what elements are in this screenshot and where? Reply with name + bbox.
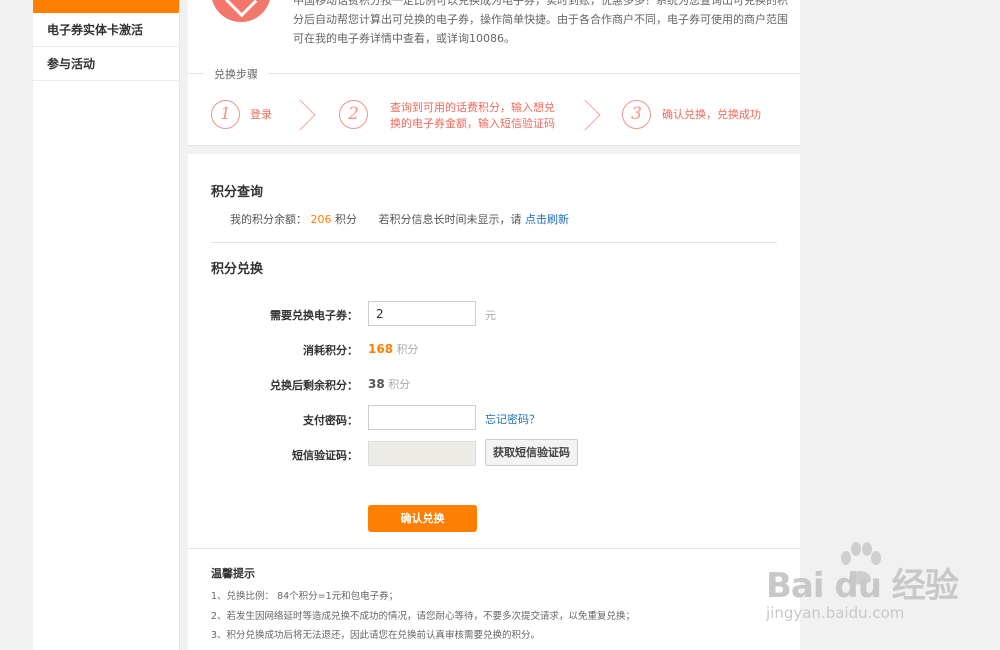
step-3-number: 3 bbox=[622, 100, 651, 129]
tip-item: 2、若发生因网络延时等造成兑换不成功的情况，请您耐心等待，不要多次提交请求，以免… bbox=[211, 611, 636, 622]
balance-value: 206 bbox=[310, 213, 332, 226]
sms-code-input[interactable] bbox=[368, 441, 476, 466]
remaining-points-value: 38 bbox=[368, 377, 385, 391]
refresh-hint: 若积分信息长时间未显示，请 bbox=[378, 213, 522, 226]
divider bbox=[211, 242, 777, 243]
points-balance: 我的积分余额： 206 积分 若积分信息长时间未显示，请 点击刷新 bbox=[230, 211, 569, 227]
step-1-number: 1 bbox=[211, 100, 240, 129]
steps-label: 兑换步骤 bbox=[204, 66, 268, 82]
intro-text: 中国移动话费积分按一定比例可以兑换成为电子券，实时到账，优惠多多！系统为您查询出… bbox=[293, 0, 788, 45]
step-1-text: 登录 bbox=[250, 108, 272, 121]
step-3-text: 确认兑换，兑换成功 bbox=[662, 108, 761, 121]
tip-item: 1、兑换比例： 84个积分=1元和包电子券； bbox=[211, 591, 399, 602]
step-2-number: 2 bbox=[339, 100, 368, 129]
sidebar-item-activities[interactable]: 参与活动 bbox=[33, 47, 179, 81]
watermark-logo: Bai du 经验 bbox=[766, 566, 959, 606]
coupon-amount-unit: 元 bbox=[485, 309, 496, 322]
get-sms-code-button[interactable]: 获取短信验证码 bbox=[485, 439, 578, 466]
balance-label: 我的积分余额： bbox=[230, 213, 307, 226]
sidebar-item-card-activation[interactable]: 电子券实体卡激活 bbox=[33, 13, 179, 47]
divider bbox=[188, 73, 800, 74]
cost-points-unit: 积分 bbox=[396, 343, 419, 356]
cost-points-value: 168 bbox=[368, 342, 394, 356]
cost-points-label: 消耗积分： bbox=[303, 344, 358, 357]
coupon-heart-icon bbox=[211, 0, 271, 22]
pay-password-input[interactable] bbox=[368, 405, 476, 430]
points-query-title: 积分查询 bbox=[211, 185, 264, 200]
intro-panel: 中国移动话费积分按一定比例可以兑换成为电子券，实时到账，优惠多多！系统为您查询出… bbox=[188, 0, 800, 146]
cost-points: 168 积分 bbox=[368, 341, 419, 357]
tip-item: 3、积分兑换成功后将无法退还，因此请您在兑换前认真审核需要兑换的积分。 bbox=[211, 630, 541, 641]
sms-code-label: 短信验证码： bbox=[292, 449, 358, 462]
divider bbox=[188, 548, 800, 549]
chevron-right-icon bbox=[284, 99, 316, 131]
remaining-points-label: 兑换后剩余积分： bbox=[270, 379, 358, 392]
balance-unit: 积分 bbox=[335, 213, 357, 226]
remaining-points: 38 积分 bbox=[368, 376, 410, 392]
coupon-amount-label: 需要兑换电子券： bbox=[270, 309, 358, 322]
refresh-link[interactable]: 点击刷新 bbox=[525, 213, 569, 226]
chevron-right-icon bbox=[569, 99, 601, 131]
exchange-panel: 积分查询 我的积分余额： 206 积分 若积分信息长时间未显示，请 点击刷新 积… bbox=[188, 154, 800, 650]
watermark-url: jingyan.baidu.com bbox=[766, 604, 905, 622]
step-2-text-line2: 换的电子券金额，输入短信验证码 bbox=[390, 117, 555, 130]
confirm-exchange-button[interactable]: 确认兑换 bbox=[368, 505, 477, 532]
step-2-text-line1: 查询到可用的话费积分，输入想兑 bbox=[390, 101, 555, 114]
tips-title: 温馨提示 bbox=[211, 567, 255, 580]
sidebar: 电子券实体卡激活 参与活动 bbox=[33, 0, 180, 650]
coupon-amount-input[interactable] bbox=[368, 301, 476, 326]
remaining-points-unit: 积分 bbox=[388, 378, 411, 391]
baidu-watermark: Bai du 经验 jingyan.baidu.com bbox=[766, 540, 966, 640]
forgot-password-link[interactable]: 忘记密码？ bbox=[485, 411, 540, 427]
points-exchange-title: 积分兑换 bbox=[211, 262, 264, 277]
sidebar-item-active[interactable] bbox=[33, 0, 179, 13]
pay-password-label: 支付密码： bbox=[303, 414, 358, 427]
